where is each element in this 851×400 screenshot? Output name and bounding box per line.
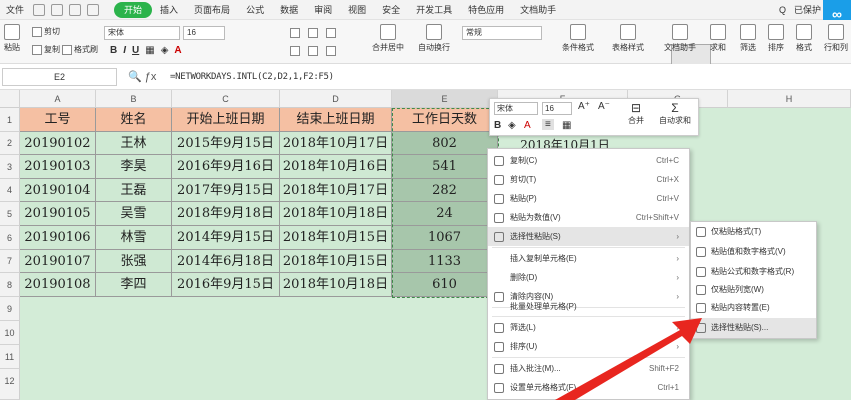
red-arrow-annotation [555, 318, 702, 400]
arrow-shape [555, 318, 702, 400]
